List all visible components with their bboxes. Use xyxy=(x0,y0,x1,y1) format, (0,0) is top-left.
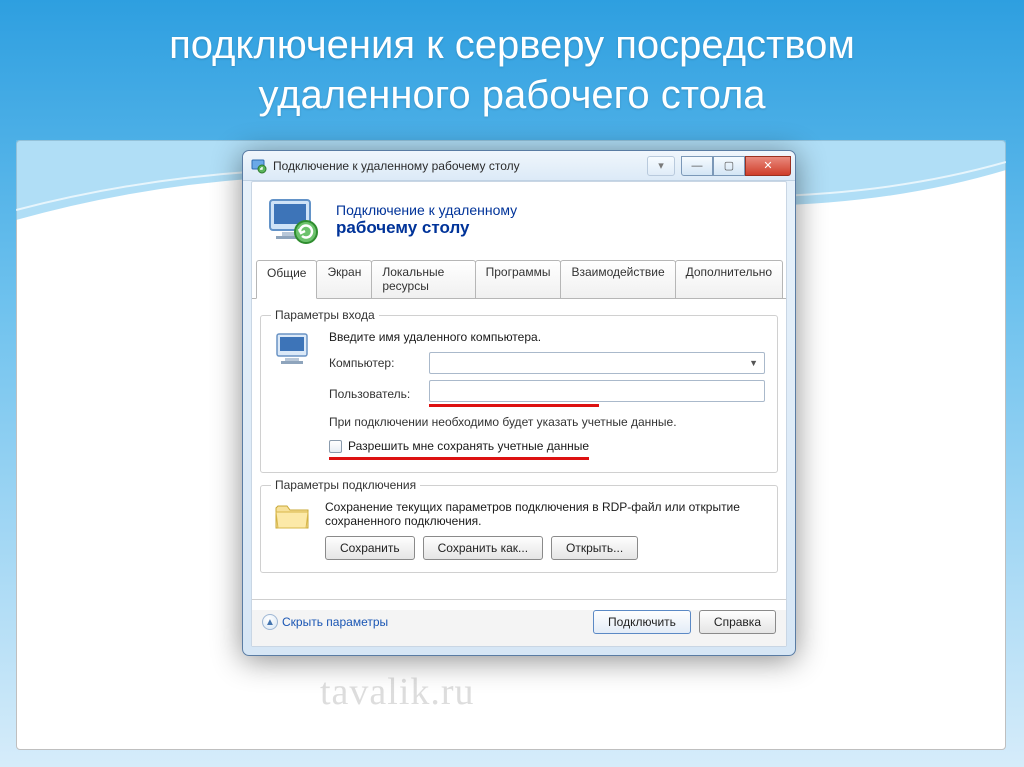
header-area: Подключение к удаленному рабочему столу xyxy=(252,182,786,260)
titlebar-dropdown[interactable]: ▾ xyxy=(647,156,675,176)
rdp-title-icon xyxy=(251,158,267,174)
rdp-window: Подключение к удаленному рабочему столу … xyxy=(242,150,796,656)
hide-params-label: Скрыть параметры xyxy=(282,615,388,629)
window-title: Подключение к удаленному рабочему столу xyxy=(273,159,647,173)
collapse-arrow-icon: ▲ xyxy=(262,614,278,630)
connection-group-legend: Параметры подключения xyxy=(271,478,420,492)
annotation-underline-checkbox xyxy=(329,457,589,460)
login-instruction: Введите имя удаленного компьютера. xyxy=(329,330,765,344)
computer-combo[interactable]: ▼ xyxy=(429,352,765,374)
user-input[interactable] xyxy=(429,380,765,402)
titlebar[interactable]: Подключение к удаленному рабочему столу … xyxy=(243,151,795,181)
connection-groupbox: Параметры подключения Сохранение текущих… xyxy=(260,485,778,573)
save-button[interactable]: Сохранить xyxy=(325,536,415,560)
hide-params-link[interactable]: ▲ Скрыть параметры xyxy=(262,614,388,630)
rdp-logo-icon xyxy=(266,196,322,244)
header-line2: рабочему столу xyxy=(336,218,517,238)
user-label: Пользователь: xyxy=(329,387,429,401)
allow-save-checkbox[interactable] xyxy=(329,440,342,453)
help-button[interactable]: Справка xyxy=(699,610,776,634)
tab-advanced[interactable]: Дополнительно xyxy=(675,260,783,298)
computer-label: Компьютер: xyxy=(329,356,429,370)
maximize-button[interactable]: ▢ xyxy=(713,156,745,176)
login-groupbox: Параметры входа Введите имя удаленного к… xyxy=(260,315,778,473)
footer-row: ▲ Скрыть параметры Подключить Справка xyxy=(252,610,786,646)
minimize-button[interactable]: — xyxy=(681,156,713,176)
footer-separator xyxy=(252,599,786,600)
annotation-underline-user xyxy=(429,404,599,407)
header-line1: Подключение к удаленному xyxy=(336,202,517,218)
connect-button[interactable]: Подключить xyxy=(593,610,691,634)
close-button[interactable]: ✕ xyxy=(745,156,791,176)
connection-text: Сохранение текущих параметров подключени… xyxy=(325,500,765,528)
slide-title: подключения к серверу посредством удален… xyxy=(0,0,1024,130)
chevron-down-icon: ▼ xyxy=(749,358,758,368)
tab-display[interactable]: Экран xyxy=(316,260,372,298)
tab-experience[interactable]: Взаимодействие xyxy=(560,260,675,298)
open-button[interactable]: Открыть... xyxy=(551,536,638,560)
tab-local-resources[interactable]: Локальные ресурсы xyxy=(371,260,475,298)
tab-strip: Общие Экран Локальные ресурсы Программы … xyxy=(252,260,786,299)
computer-icon xyxy=(273,330,315,372)
folder-icon xyxy=(273,500,311,532)
credentials-note: При подключении необходимо будет указать… xyxy=(329,415,765,429)
save-as-button[interactable]: Сохранить как... xyxy=(423,536,543,560)
allow-save-label: Разрешить мне сохранять учетные данные xyxy=(348,439,589,453)
login-group-legend: Параметры входа xyxy=(271,308,379,322)
tab-programs[interactable]: Программы xyxy=(475,260,562,298)
tab-general[interactable]: Общие xyxy=(256,260,317,299)
